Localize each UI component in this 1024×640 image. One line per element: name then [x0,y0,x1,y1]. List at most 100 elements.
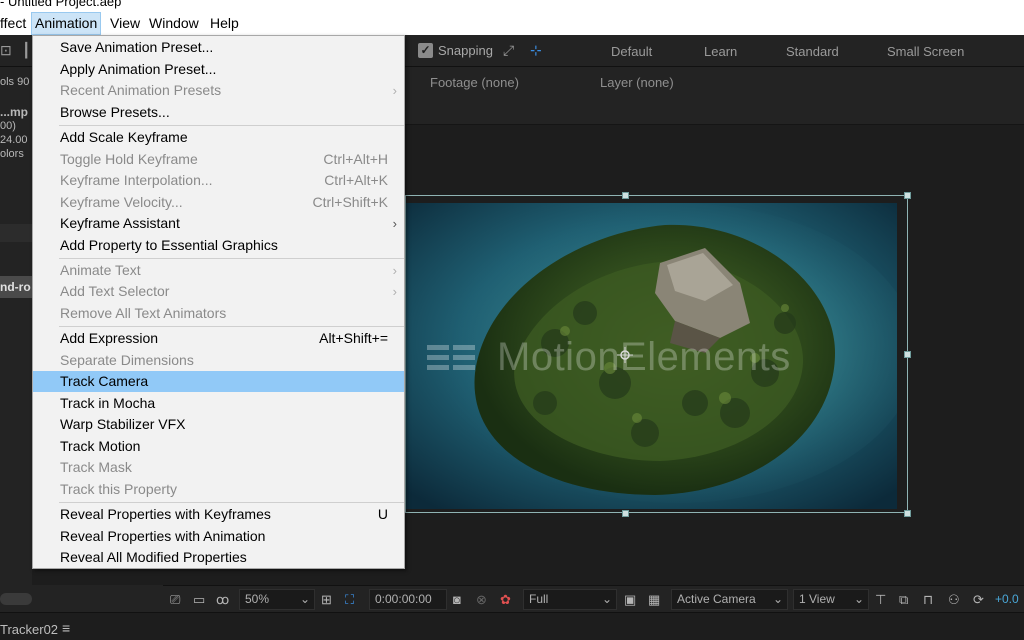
project-item-size: 00) [0,120,16,132]
menu-bar: ffect Animation View Window Help [0,12,1024,35]
menu-item-animate-text[interactable]: Animate Text › [33,260,404,281]
grid-icon[interactable]: ⊞ [321,586,332,613]
window-title: - Untitled Project.aep [0,0,122,9]
menu-item-keyframe-velocity[interactable]: Keyframe Velocity... Ctrl+Shift+K [33,192,404,213]
snapshot-icon[interactable]: ◙ [453,586,461,613]
snap-features-icon[interactable]: ⊹ [530,42,542,59]
menu-item-warp-stabilizer-vfx[interactable]: Warp Stabilizer VFX [33,414,404,435]
menu-item-keyframe-interpolation[interactable]: Keyframe Interpolation... Ctrl+Alt+K [33,170,404,191]
mask-visibility-icon[interactable]: ꝏ [216,586,229,613]
menu-separator [59,125,404,126]
menu-item-reveal-all-modified-properties[interactable]: Reveal All Modified Properties [33,547,404,568]
project-tools-label: ols 90 [0,76,30,88]
chevron-down-icon: ⌄ [299,592,310,606]
submenu-arrow-icon: › [392,83,397,98]
timeline-tab[interactable]: Tracker02 [0,622,58,637]
menu-item-add-property-essential-graphics[interactable]: Add Property to Essential Graphics [33,235,404,256]
show-snapshot-icon[interactable]: ⊗ [476,586,487,613]
menu-item-track-motion[interactable]: Track Motion [33,436,404,457]
menu-item-save-animation-preset[interactable]: Save Animation Preset... [33,37,404,58]
menu-window[interactable]: Window [146,12,202,35]
submenu-arrow-icon: › [392,284,397,299]
draft-3d-icon[interactable]: ⧉ [899,586,908,613]
menu-item-keyframe-assistant[interactable]: Keyframe Assistant › [33,213,404,234]
render-icon[interactable]: ⊓ [923,586,933,613]
workspace-small-screen[interactable]: Small Screen [887,44,964,59]
project-item-name: ...mp [0,105,29,119]
fast-previews-icon[interactable]: ▣ [624,586,636,613]
menu-help[interactable]: Help [207,12,242,35]
exposure-value[interactable]: +0.0 [995,586,1019,613]
project-scrollbar[interactable] [0,593,32,605]
timecode-display[interactable]: 0:00:00:00 [369,589,447,610]
layer-handle-bottom[interactable] [622,510,629,517]
menu-separator [59,502,404,503]
workspace-default[interactable]: Default [611,44,652,59]
layer-handle-bottom-right[interactable] [904,510,911,517]
monitor-icon[interactable]: ▭ [193,586,205,613]
anchor-point-icon[interactable] [617,347,633,363]
view-layout-dropdown[interactable]: 1 View ⌄ [793,589,869,610]
project-item-colors: olors [0,148,24,160]
tool-divider-icon: ┃ [22,42,31,58]
project-item-fps: 24.00 [0,134,28,146]
layer-handle-right[interactable] [904,351,911,358]
snapping-label: Snapping [438,43,493,58]
workspace-learn[interactable]: Learn [704,44,737,59]
submenu-arrow-icon: › [392,216,397,231]
selection-tool-icon[interactable]: ⊡ [0,42,12,59]
menu-separator [59,326,404,327]
zoom-dropdown[interactable]: 50% ⌄ [239,589,315,610]
viewer-controls-bar: ⎚ ▭ ꝏ 50% ⌄ ⊞ ⛶ 0:00:00:00 ◙ ⊗ ✿ Full ⌄ ▣ … [163,585,1024,612]
flowchart-icon[interactable]: ⚇ [948,586,960,613]
always-preview-icon[interactable]: ⎚ [170,586,180,613]
viewer-header: Footage (none) Layer (none) [405,67,1024,125]
menu-item-apply-animation-preset[interactable]: Apply Animation Preset... [33,59,404,80]
footage-tab[interactable]: Footage (none) [430,75,519,90]
watermark-text: MotionElements [497,335,791,379]
color-channels-icon[interactable]: ✿ [500,586,511,613]
project-row-selected[interactable]: nd-ro [0,276,32,298]
menu-animation[interactable]: Animation [31,12,102,35]
menu-item-track-camera[interactable]: Track Camera [33,371,404,392]
menu-item-separate-dimensions[interactable]: Separate Dimensions [33,350,404,371]
menu-view[interactable]: View [107,12,143,35]
reset-exposure-icon[interactable]: ⟳ [973,586,984,613]
workspace-standard[interactable]: Standard [786,44,839,59]
camera-dropdown[interactable]: Active Camera ⌄ [671,589,788,610]
region-of-interest-icon[interactable]: ⛶ [345,586,354,613]
layer-tab[interactable]: Layer (none) [600,75,674,90]
composition-viewer[interactable]: MotionElements [405,125,1024,585]
project-panel: ols 90 ...mp 00) 24.00 olors nd-ro [0,67,32,585]
snap-edges-icon[interactable]: ⤢ [503,42,514,59]
timeline-header: Tracker02 ≡ [0,612,1024,640]
resolution-dropdown[interactable]: Full ⌄ [523,589,617,610]
layer-handle-top[interactable] [622,192,629,199]
menu-item-reveal-properties-with-keyframes[interactable]: Reveal Properties with Keyframes U [33,504,404,525]
menu-separator [59,258,404,259]
toggle-pixel-aspect-icon[interactable]: ⊤ [875,586,886,613]
project-panel-footer [0,585,163,612]
hamburger-menu-icon[interactable]: ≡ [62,620,70,636]
menu-item-add-expression[interactable]: Add Expression Alt+Shift+= [33,328,404,349]
menu-item-remove-all-text-animators[interactable]: Remove All Text Animators [33,303,404,324]
chevron-down-icon: ⌄ [853,592,864,606]
submenu-arrow-icon: › [392,263,397,278]
menu-effect[interactable]: ffect [0,12,29,35]
chevron-down-icon: ⌄ [772,592,783,606]
menu-item-add-text-selector[interactable]: Add Text Selector › [33,281,404,302]
snapping-checkbox[interactable]: ✓ [418,43,433,58]
menu-item-toggle-hold-keyframe[interactable]: Toggle Hold Keyframe Ctrl+Alt+H [33,149,404,170]
transparency-grid-icon[interactable]: ▦ [648,586,660,613]
layer-handle-top-right[interactable] [904,192,911,199]
watermark-logo-icon [427,345,475,370]
menu-item-browse-presets[interactable]: Browse Presets... [33,102,404,123]
project-header-strip [0,224,32,242]
menu-item-reveal-properties-with-animation[interactable]: Reveal Properties with Animation [33,526,404,547]
menu-item-track-in-mocha[interactable]: Track in Mocha [33,393,404,414]
menu-item-track-this-property[interactable]: Track this Property [33,479,404,500]
menu-item-add-scale-keyframe[interactable]: Add Scale Keyframe [33,127,404,148]
menu-item-track-mask[interactable]: Track Mask [33,457,404,478]
menu-item-recent-animation-presets[interactable]: Recent Animation Presets › [33,80,404,101]
chevron-down-icon: ⌄ [601,592,612,606]
